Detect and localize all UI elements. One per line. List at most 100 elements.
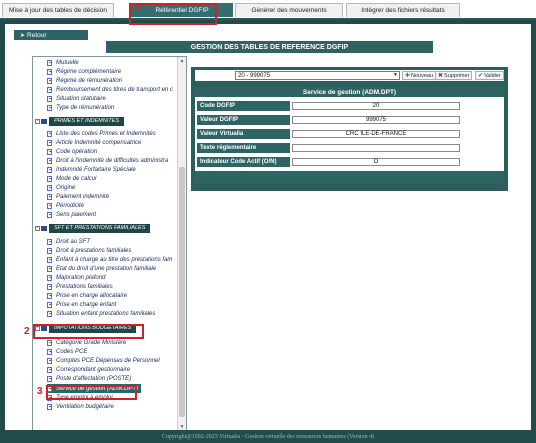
- tree-item[interactable]: Prestations familiales: [47, 282, 113, 291]
- annotation-number-3: 3: [37, 386, 43, 397]
- collapse-toggle-icon[interactable]: -: [35, 118, 40, 124]
- form-row-code-dgfip: Code DGFIP 20: [195, 101, 504, 112]
- tree-item[interactable]: Liste des codes Primes et Indemnités: [47, 129, 156, 138]
- document-icon: [47, 238, 52, 245]
- annotation-box-1: [129, 3, 217, 25]
- tree-item[interactable]: Droit à prestations familiales: [47, 246, 131, 255]
- tree-item[interactable]: Mutuelle: [47, 58, 79, 67]
- edit-form: Service de gestion (ADM.DPT) Code DGFIP …: [195, 87, 504, 184]
- tree-item[interactable]: Droit au SFT: [47, 237, 90, 246]
- document-icon: [47, 59, 52, 66]
- field-label: Valeur Virtualia: [197, 129, 290, 139]
- document-icon: [47, 366, 52, 373]
- document-icon: [47, 265, 52, 272]
- document-icon: [47, 77, 52, 84]
- tree-item[interactable]: Situation enfant prestations familiales: [47, 309, 155, 318]
- top-tab-bar: Mise à jour des tables de décision Référ…: [0, 0, 536, 20]
- tab-generer-mouvements[interactable]: Générer des mouvements: [235, 3, 343, 17]
- back-arrow-icon: ➤: [20, 32, 26, 39]
- tree-item[interactable]: Comptes PCE Dépenses de Personnel: [47, 356, 160, 365]
- nouveau-button[interactable]: ✚ Nouveau: [402, 71, 437, 80]
- new-icon: ✚: [405, 73, 411, 79]
- document-icon: [47, 256, 52, 263]
- valeur-dgfip-field[interactable]: 999075: [292, 116, 460, 124]
- annotation-box-2: [33, 324, 144, 339]
- retour-button[interactable]: ➤ Retour: [14, 30, 88, 40]
- annotation-box-3: [46, 385, 137, 400]
- tree-item[interactable]: Majoration plafond: [47, 273, 105, 282]
- valeur-virtualia-field[interactable]: CRC ILE-DE-FRANCE: [292, 130, 460, 138]
- document-icon: [47, 357, 52, 364]
- tree-group-primes[interactable]: - PRIMES ET INDEMNITES: [35, 116, 125, 126]
- supprimer-button[interactable]: ✖ Supprimer: [435, 71, 473, 80]
- tree-item[interactable]: Codes PCE: [47, 347, 87, 356]
- tree-item[interactable]: Etat du droit d'une prestation familiale: [47, 264, 156, 273]
- document-icon: [47, 139, 52, 146]
- valider-button[interactable]: ✔ Valider: [475, 71, 504, 80]
- delete-icon: ✖: [438, 73, 444, 79]
- annotation-number-2: 2: [24, 326, 30, 337]
- tree-item[interactable]: Régime de rémunération: [47, 76, 122, 85]
- indicateur-actif-field[interactable]: O: [292, 158, 460, 166]
- tab-integrer-fichiers[interactable]: Intégrer des fichiers résultats: [346, 3, 460, 17]
- document-icon: [47, 301, 52, 308]
- tree-item[interactable]: Remboursement des titres de transport en…: [47, 85, 173, 94]
- document-icon: [47, 104, 52, 111]
- main-frame: ➤ Retour GESTION DES TABLES DE REFERENCE…: [0, 20, 536, 443]
- reference-tree: Mutuelle Régime complémentaire Régime de…: [32, 56, 187, 432]
- field-label: Indicateur Code Actif (O/N): [197, 157, 290, 167]
- tree-item[interactable]: Enfant à charge au titre des prestations…: [47, 255, 172, 264]
- document-icon: [47, 247, 52, 254]
- tree-item[interactable]: Article Indemnité compensatrice: [47, 138, 141, 147]
- tree-group-sft[interactable]: - SFT ET PRESTATIONS FAMILIALES: [35, 223, 151, 233]
- tree-item[interactable]: Origine: [47, 183, 75, 192]
- detail-panel: 20 - 999075 ▼ ✚ Nouveau ✖ Supprimer ✔ Valid…: [191, 67, 508, 191]
- document-icon: [47, 157, 52, 164]
- document-icon: [47, 68, 52, 75]
- tree-item[interactable]: Catégorie Grade Ministère: [47, 338, 126, 347]
- check-icon: ✔: [478, 73, 484, 79]
- tree-item[interactable]: Indemnité Forfaitaire Spéciale: [47, 165, 136, 174]
- tree-item[interactable]: Sens paiement: [47, 210, 96, 219]
- field-label: Valeur DGFIP: [197, 115, 290, 125]
- tab-mise-a-jour[interactable]: Mise à jour des tables de décision: [2, 3, 114, 17]
- page-footer: Copyright@1992-2023 Virtualia - Gestion …: [0, 430, 536, 443]
- code-dgfip-field[interactable]: 20: [292, 102, 460, 110]
- tree-scrollbar[interactable]: ▲ ▼: [177, 57, 186, 431]
- collapse-toggle-icon[interactable]: -: [35, 225, 40, 231]
- chevron-down-icon: ▼: [393, 72, 398, 78]
- document-icon: [47, 403, 52, 410]
- document-icon: [47, 184, 52, 191]
- record-select[interactable]: 20 - 999075 ▼: [235, 71, 400, 80]
- folder-icon: [41, 225, 47, 231]
- tree-item[interactable]: Mode de calcul: [47, 174, 96, 183]
- scroll-thumb[interactable]: [179, 167, 185, 417]
- selector-row: 20 - 999075 ▼ ✚ Nouveau ✖ Supprimer ✔ Valid…: [195, 70, 504, 81]
- tree-item[interactable]: Régime complémentaire: [47, 67, 121, 76]
- tree-item[interactable]: Situation statutaire: [47, 94, 106, 103]
- tree-item[interactable]: Paiement indemnité: [47, 192, 109, 201]
- document-icon: [47, 310, 52, 317]
- document-icon: [47, 86, 52, 93]
- tree-item[interactable]: Prise en charge allocataire: [47, 291, 127, 300]
- scroll-up-icon[interactable]: ▲: [179, 58, 185, 64]
- tree-item[interactable]: Prise en charge enfant: [47, 300, 116, 309]
- document-icon: [47, 95, 52, 102]
- document-icon: [47, 211, 52, 218]
- tree-item[interactable]: Code opération: [47, 147, 97, 156]
- tree-item[interactable]: Périodicité: [47, 201, 84, 210]
- document-icon: [47, 274, 52, 281]
- tree-item[interactable]: Droit à l'indemnité de difficultés admin…: [47, 156, 168, 165]
- tree-item[interactable]: Poste d'affectation (POSTE): [47, 374, 131, 383]
- document-icon: [47, 148, 52, 155]
- texte-reglementaire-field[interactable]: [292, 144, 460, 152]
- document-icon: [47, 175, 52, 182]
- form-row-valeur-virtualia: Valeur Virtualia CRC ILE-DE-FRANCE: [195, 129, 504, 140]
- tree-item[interactable]: Ventilation budgétaire: [47, 402, 114, 411]
- tree-item[interactable]: Type de rémunération: [47, 103, 114, 112]
- retour-label: Retour: [27, 31, 47, 39]
- document-icon: [47, 339, 52, 346]
- field-label: Texte réglementaire: [197, 143, 290, 153]
- tree-item[interactable]: Correspondant gestionnaire: [47, 365, 130, 374]
- annotation-number-1: 1: [136, 5, 141, 14]
